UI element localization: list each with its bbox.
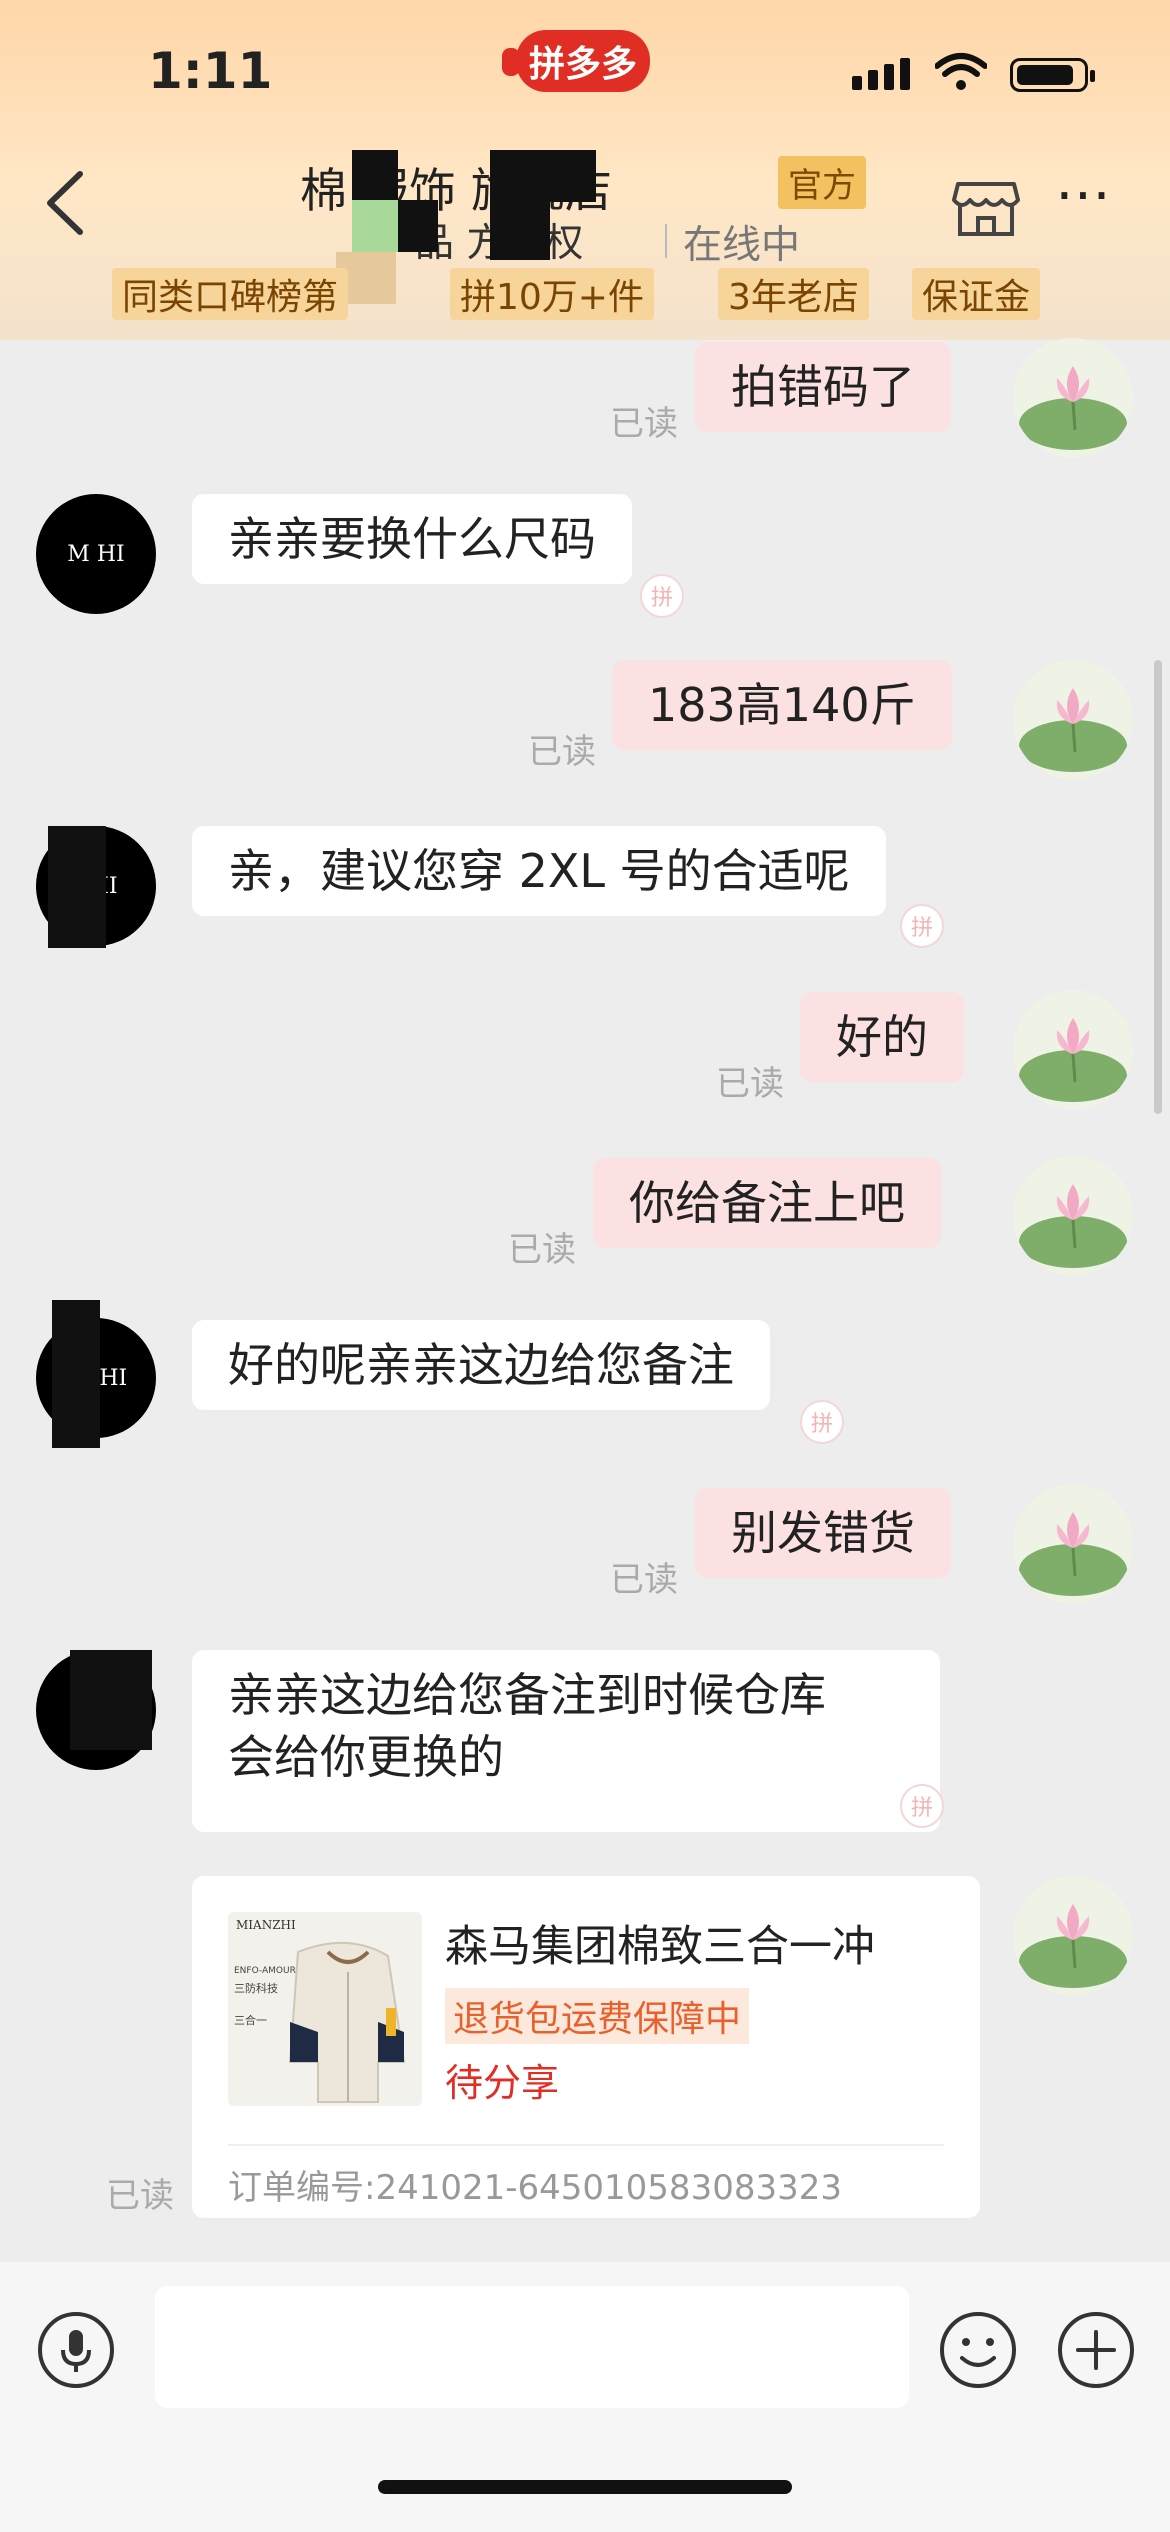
- lotus-icon: [1019, 1512, 1127, 1596]
- read-label: 已读: [106, 2176, 174, 2216]
- message-bubble-out: 拍错码了: [695, 342, 951, 432]
- order-card[interactable]: MIANZHI ENFO-AMOUR 三防科技 三合一 森马集团棉致三合一冲 退…: [192, 1876, 980, 2218]
- read-label: 已读: [508, 1230, 576, 1270]
- status-time: 1:11: [148, 42, 273, 100]
- user-avatar[interactable]: [1013, 1156, 1133, 1276]
- message-bubble-out: 你给备注上吧: [593, 1158, 941, 1248]
- pdd-watermark-icon: 拼: [640, 574, 684, 618]
- message-bubble-in: 亲亲这边给您备注到时候仓库 会给你更换的: [192, 1650, 940, 1832]
- lotus-icon: [1019, 366, 1127, 450]
- emoji-icon[interactable]: [938, 2310, 1018, 2390]
- plus-icon[interactable]: [1056, 2310, 1136, 2390]
- chat-header: 1:11 拼多多 棉 服饰 旗舰店 官方 品 方授权 在线中 ⋯ 同类口碑榜第 …: [0, 0, 1170, 340]
- order-number: 订单编号:241021-645010583083323: [228, 2168, 842, 2208]
- message-bubble-in: 好的呢亲亲这边给您备注: [192, 1320, 770, 1410]
- message-bubble-out: 183高140斤: [612, 660, 952, 750]
- read-label: 已读: [716, 1064, 784, 1104]
- redaction: [48, 826, 106, 948]
- redaction: [398, 200, 438, 252]
- lotus-icon: [1019, 1904, 1127, 1988]
- pdd-watermark-icon: 拼: [800, 1400, 844, 1444]
- read-label: 已读: [528, 732, 596, 772]
- message-line: 亲亲这边给您备注到时候仓库: [228, 1668, 826, 1722]
- product-thumbnail[interactable]: MIANZHI ENFO-AMOUR 三防科技 三合一: [228, 1912, 422, 2106]
- message-bubble-in: 亲亲要换什么尺码: [192, 494, 632, 584]
- divider: [228, 2144, 944, 2146]
- microphone-icon[interactable]: [36, 2310, 116, 2390]
- message-bubble-out: 好的: [800, 992, 964, 1082]
- back-icon[interactable]: [38, 168, 94, 238]
- tag-ranking: 同类口碑榜第: [112, 268, 349, 320]
- redaction: [52, 1300, 100, 1448]
- scrollbar[interactable]: [1154, 660, 1162, 1114]
- divider: [665, 224, 667, 258]
- home-indicator[interactable]: [378, 2480, 792, 2494]
- app-badge: 拼多多: [502, 30, 650, 92]
- user-avatar[interactable]: [1013, 660, 1133, 780]
- lotus-icon: [1019, 688, 1127, 772]
- product-title[interactable]: 森马集团棉致三合一冲: [445, 1912, 875, 1974]
- pdd-watermark-icon: 拼: [900, 904, 944, 948]
- more-icon[interactable]: ⋯: [1055, 167, 1119, 223]
- tag-deposit: 保证金: [912, 268, 1041, 320]
- official-tag: 官方: [778, 156, 866, 209]
- lotus-icon: [1019, 1184, 1127, 1268]
- lotus-icon: [1019, 1018, 1127, 1102]
- signal-icon: [852, 58, 910, 90]
- redaction: [352, 200, 398, 252]
- online-status: 在线中: [683, 223, 801, 268]
- message-bubble-in: 亲，建议您穿 2XL 号的合适呢: [192, 826, 886, 916]
- message-bubble-out: 别发错货: [695, 1488, 951, 1578]
- guarantee-tag: 退货包运费保障中: [445, 1988, 750, 2044]
- redaction: [490, 150, 550, 260]
- message-line: 会给你更换的: [228, 1730, 504, 1784]
- redaction: [70, 1650, 152, 1750]
- share-status: 待分享: [445, 2061, 560, 2105]
- user-avatar[interactable]: [1013, 990, 1133, 1110]
- jacket-image: [288, 1942, 406, 2103]
- input-bar: [0, 2262, 1170, 2532]
- tag-sold: 拼10万+件: [450, 268, 654, 320]
- tag-store-age: 3年老店: [718, 268, 869, 320]
- read-label: 已读: [610, 1560, 678, 1600]
- shop-avatar[interactable]: M HI: [36, 494, 156, 614]
- store-icon[interactable]: [950, 170, 1022, 242]
- message-input[interactable]: [155, 2286, 909, 2408]
- user-avatar[interactable]: [1013, 338, 1133, 458]
- battery-icon: [1010, 58, 1095, 92]
- read-label: 已读: [610, 404, 678, 444]
- user-avatar[interactable]: [1013, 1876, 1133, 1996]
- wifi-icon: [935, 53, 987, 90]
- pdd-watermark-icon: 拼: [900, 1784, 944, 1828]
- user-avatar[interactable]: [1013, 1484, 1133, 1604]
- redaction: [550, 150, 596, 202]
